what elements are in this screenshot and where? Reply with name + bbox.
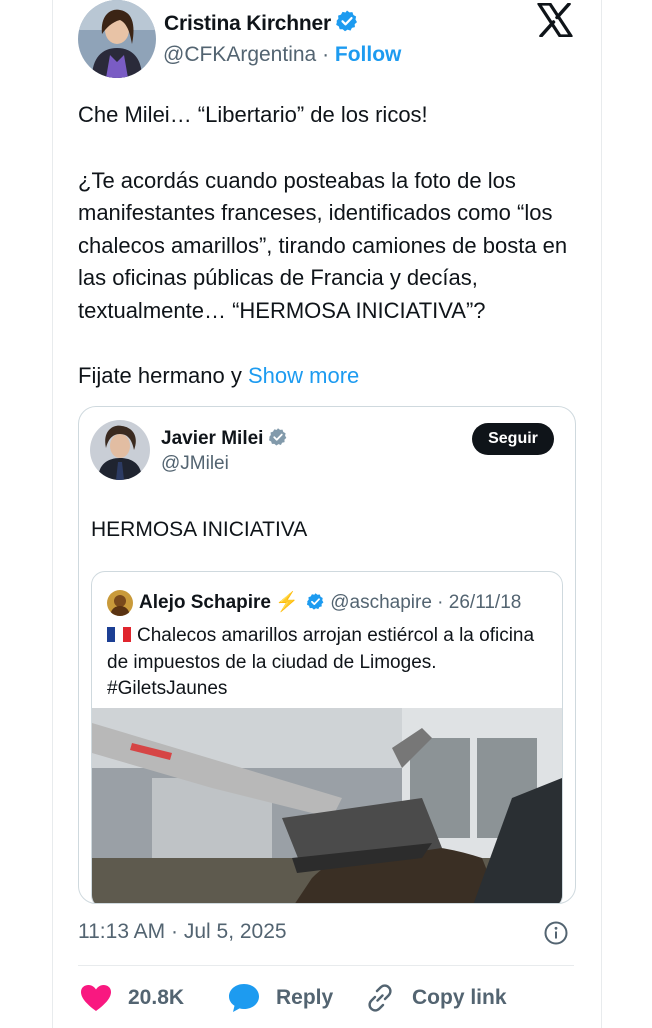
reply-button[interactable]: Reply xyxy=(228,981,333,1015)
tweet-paragraph: ¿Te acordás cuando posteabas la foto de … xyxy=(78,167,568,323)
inner-author-name[interactable]: Alejo Schapire xyxy=(139,592,271,613)
show-more-link[interactable]: Show more xyxy=(248,363,359,388)
copy-link-button[interactable]: Copy link xyxy=(364,981,507,1015)
inner-author-handle[interactable]: @aschapire xyxy=(330,592,432,613)
inner-tweet-text-content: Chalecos amarillos arrojan estiércol a l… xyxy=(107,625,535,699)
link-icon xyxy=(368,984,392,1012)
tweet-paragraph-last: Fijate hermano y Show more xyxy=(78,360,598,393)
footer-divider xyxy=(78,965,574,966)
inner-author-avatar[interactable] xyxy=(107,590,133,616)
quoted-author-handle[interactable]: @JMilei xyxy=(161,453,229,475)
inner-header: Alejo Schapire ⚡ @aschapire · 26/11/18 xyxy=(139,590,521,617)
author-name[interactable]: Cristina Kirchner xyxy=(164,9,359,39)
follow-button[interactable]: Follow xyxy=(335,43,402,66)
inner-tweet-text: Chalecos amarillos arrojan estiércol a l… xyxy=(107,623,547,703)
author-name-text[interactable]: Cristina Kirchner xyxy=(164,12,331,35)
lightning-emoji: ⚡ xyxy=(275,592,299,613)
reply-bubble-icon xyxy=(229,984,259,1012)
quoted-tweet[interactable]: Javier Milei @JMilei Seguir HERMOSA INIC… xyxy=(78,406,576,904)
verified-badge-icon xyxy=(306,592,325,617)
inner-separator: · xyxy=(431,592,449,613)
quoted-author-name[interactable]: Javier Milei xyxy=(161,427,288,453)
inner-quoted-tweet[interactable]: Alejo Schapire ⚡ @aschapire · 26/11/18 Ch… xyxy=(91,571,563,903)
separator-dot: · xyxy=(322,43,330,66)
reply-label: Reply xyxy=(276,986,334,1009)
x-logo-icon[interactable] xyxy=(537,2,573,38)
seguir-button[interactable]: Seguir xyxy=(472,423,554,455)
verified-badge-icon xyxy=(268,427,288,453)
like-button[interactable]: 20.8K xyxy=(80,981,184,1015)
author-avatar[interactable] xyxy=(78,0,156,78)
quoted-tweet-text: HERMOSA INICIATIVA xyxy=(91,518,308,541)
tweet-timestamp[interactable]: 11:13 AM · Jul 5, 2025 xyxy=(78,920,287,944)
tweet-paragraph: Che Milei… “Libertario” de los ricos! xyxy=(78,102,428,127)
france-flag-icon xyxy=(107,624,131,642)
tweet-paragraph-text: Fijate hermano y xyxy=(78,363,242,388)
info-icon[interactable] xyxy=(543,920,569,946)
verified-badge-icon xyxy=(335,9,359,39)
heart-icon xyxy=(81,985,111,1011)
quoted-author-name-text[interactable]: Javier Milei xyxy=(161,428,263,449)
copy-link-label: Copy link xyxy=(412,986,507,1009)
tweet-text: Che Milei… “Libertario” de los ricos! ¿T… xyxy=(78,99,598,393)
like-count: 20.8K xyxy=(128,986,185,1009)
quoted-author-avatar[interactable] xyxy=(90,420,150,480)
inner-date[interactable]: 26/11/18 xyxy=(449,592,522,613)
inner-tweet-photo[interactable] xyxy=(92,708,562,903)
author-handle[interactable]: @CFKArgentina xyxy=(163,43,316,66)
author-handle-line: @CFKArgentina · Follow xyxy=(163,43,401,67)
